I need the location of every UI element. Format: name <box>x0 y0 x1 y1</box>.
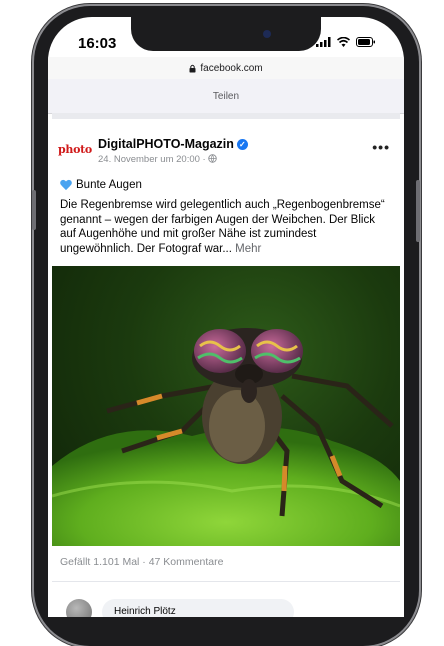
share-title: Teilen <box>212 90 240 102</box>
post-body: Die Regenbremse wird gelegentlich auch „… <box>60 198 392 256</box>
status-icons <box>316 37 376 47</box>
post-meta: 24. November um 20:00 · <box>98 154 218 165</box>
wifi-icon <box>337 37 350 47</box>
status-time: 16:03 <box>78 35 117 52</box>
comment-bubble[interactable]: Heinrich Plötz <box>102 599 294 617</box>
page-logo[interactable]: photo <box>58 143 92 156</box>
share-header: Teilen <box>48 79 404 114</box>
avatar[interactable] <box>66 599 92 617</box>
phone-screen: 16:03 facebook.com Teilen photo DigitalP… <box>48 17 404 617</box>
more-options-button[interactable]: ••• <box>372 139 390 155</box>
insect-photo <box>52 328 400 546</box>
headline-text: Bunte Augen <box>76 179 142 191</box>
post-date[interactable]: 24. November um 20:00 · <box>98 154 208 165</box>
front-camera <box>263 30 271 38</box>
page-name-text[interactable]: DigitalPHOTO-Magazin <box>98 137 234 151</box>
post-photo[interactable] <box>52 266 400 546</box>
post-stats[interactable]: Gefällt 1.101 Mal · 47 Kommentare <box>60 556 223 568</box>
side-button <box>416 180 420 242</box>
divider <box>52 581 400 582</box>
post-header: photo DigitalPHOTO-Magazin ✓ 24. November… <box>58 133 394 173</box>
comment: Heinrich Plötz <box>60 597 392 617</box>
post-body-text: Die Regenbremse wird gelegentlich auch „… <box>60 199 385 255</box>
globe-icon <box>208 154 218 163</box>
lock-icon <box>189 64 196 72</box>
battery-icon <box>356 37 375 47</box>
more-link[interactable]: Mehr <box>235 243 261 255</box>
volume-button <box>32 190 36 230</box>
post-card: photo DigitalPHOTO-Magazin ✓ 24. November… <box>52 113 400 617</box>
notch <box>131 17 321 51</box>
comment-author[interactable]: Heinrich Plötz <box>114 606 176 617</box>
verified-icon: ✓ <box>236 139 248 150</box>
page-name[interactable]: DigitalPHOTO-Magazin ✓ <box>98 137 248 151</box>
address-bar[interactable]: facebook.com <box>48 57 404 79</box>
post-headline: Bunte Augen <box>60 179 142 191</box>
blue-heart-icon <box>60 180 72 191</box>
url-text: facebook.com <box>200 62 263 74</box>
